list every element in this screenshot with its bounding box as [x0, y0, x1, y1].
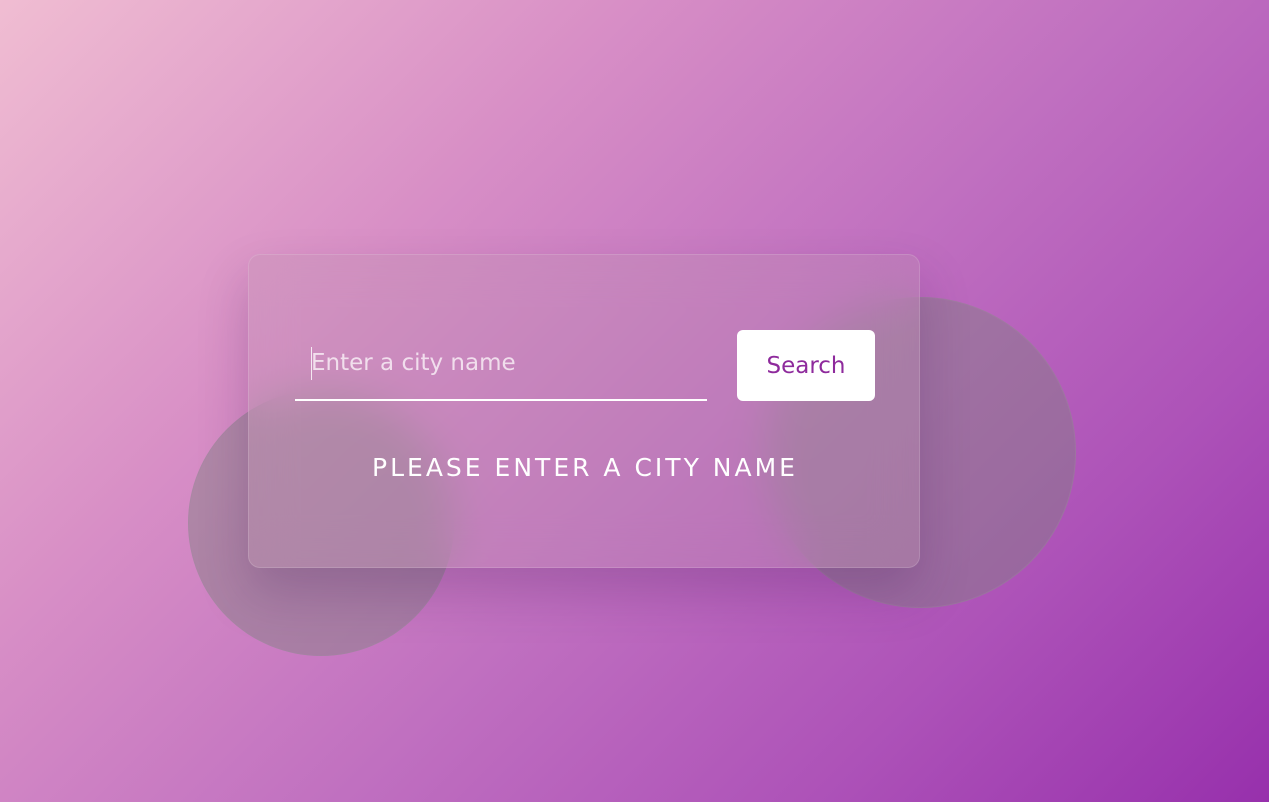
- city-search-field: [295, 331, 707, 401]
- text-cursor: [311, 347, 312, 380]
- city-search-input[interactable]: [311, 345, 691, 381]
- weather-search-card: Search PLEASE ENTER A CITY NAME: [248, 254, 920, 568]
- search-button[interactable]: Search: [737, 330, 875, 401]
- status-message: PLEASE ENTER A CITY NAME: [372, 453, 798, 482]
